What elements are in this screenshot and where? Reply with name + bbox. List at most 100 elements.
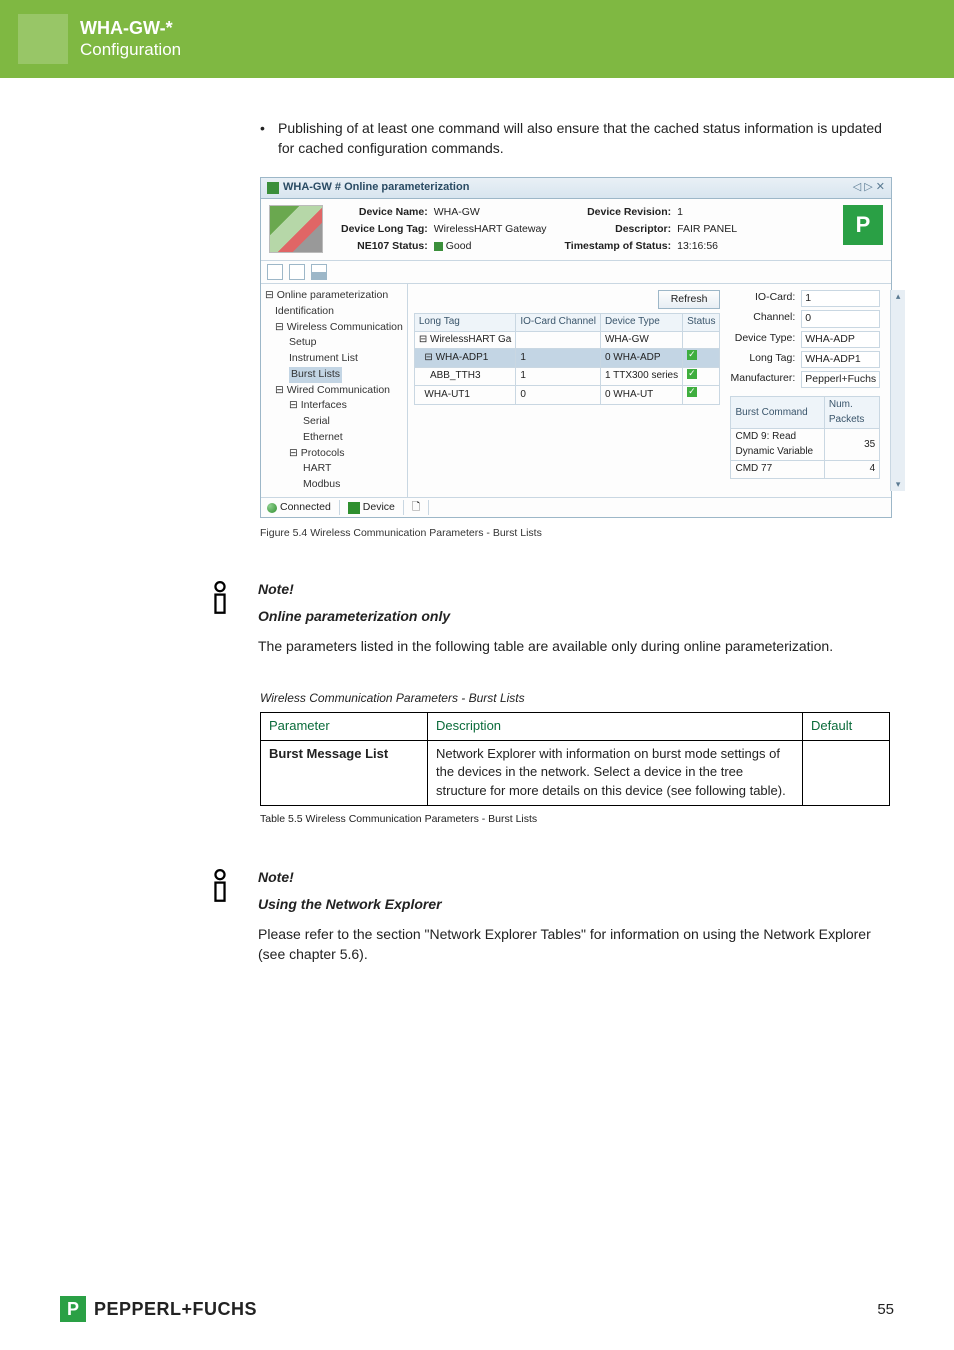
toolbar [261, 261, 891, 284]
tree-instrument-list[interactable]: Instrument List [265, 351, 403, 367]
window-tab-bar: WHA-GW # Online parameterization ◁ ▷ ✕ [261, 178, 891, 199]
tree-wireless[interactable]: ⊟ Wireless Communication [265, 320, 403, 336]
cell: CMD 9: Read Dynamic Variable [731, 429, 824, 461]
header-bar: WHA-GW-* Configuration [0, 0, 954, 78]
scroll-down-icon[interactable]: ▾ [896, 478, 901, 491]
cell: ABB_TTH3 [430, 370, 481, 381]
parameters-table: Parameter Description Default Burst Mess… [260, 712, 890, 806]
tree-interfaces[interactable]: ⊟ Interfaces [265, 398, 403, 414]
note-subheading: Using the Network Explorer [258, 894, 894, 914]
tree-hart[interactable]: HART [265, 461, 403, 477]
burst-col-command[interactable]: Burst Command [731, 397, 824, 429]
device-thumbnail-icon [269, 205, 323, 253]
refresh-button[interactable]: Refresh [658, 290, 721, 309]
channel-value: 0 [801, 310, 880, 327]
tree-wired[interactable]: ⊟ Wired Communication [265, 383, 403, 399]
toolbar-icon-2[interactable] [289, 264, 305, 280]
col-device-type[interactable]: Device Type [600, 314, 682, 332]
cell: CMD 77 [731, 461, 824, 479]
check-icon [687, 369, 697, 379]
cell: 0 WHA-ADP [600, 349, 682, 368]
grid-row-selected[interactable]: ⊟ WHA-ADP1 1 0 WHA-ADP [414, 349, 720, 368]
cell: 1 [516, 367, 601, 386]
col-status[interactable]: Status [683, 314, 720, 332]
cell: 1 TTX300 series [600, 367, 682, 386]
print-icon[interactable] [311, 264, 327, 280]
note-body: The parameters listed in the following t… [258, 636, 833, 656]
default-cell [803, 740, 890, 806]
connected-label: Connected [280, 500, 331, 515]
burst-row[interactable]: CMD 9: Read Dynamic Variable 35 [731, 429, 880, 461]
tree-root-label: Online parameterization [277, 289, 388, 301]
cell: 4 [824, 461, 879, 479]
param-cell: Burst Message List [261, 740, 428, 806]
pf-logo-icon: P [843, 205, 883, 245]
tree-modbus[interactable]: Modbus [265, 477, 403, 493]
doc-id: WHA-GW-* [80, 18, 181, 40]
col-default: Default [803, 712, 890, 740]
tree-identification[interactable]: Identification [265, 304, 403, 320]
device-revision-value: 1 [677, 205, 737, 220]
tree-serial[interactable]: Serial [265, 414, 403, 430]
cell [516, 331, 601, 349]
check-icon [687, 350, 697, 360]
burst-row[interactable]: CMD 77 4 [731, 461, 880, 479]
scroll-up-icon[interactable]: ▴ [896, 290, 901, 303]
cell [683, 386, 720, 405]
device-grid[interactable]: Long Tag IO-Card Channel Device Type Sta… [414, 313, 721, 405]
tree-burst-lists[interactable]: Burst Lists [265, 367, 403, 383]
manufacturer-value: Pepperl+Fuchs [801, 371, 880, 388]
device-long-tag-label: Device Long Tag: [341, 222, 428, 237]
tree-interfaces-label: Interfaces [301, 399, 347, 411]
desc-cell: Network Explorer with information on bur… [428, 740, 803, 806]
cell [683, 367, 720, 386]
check-icon [687, 387, 697, 397]
tree-protocols[interactable]: ⊟ Protocols [265, 446, 403, 462]
bullet-item: • Publishing of at least one command wil… [260, 118, 894, 159]
ne107-value: Good [434, 239, 547, 254]
device-details: IO-Card: 1 Channel: 0 Device Type: WHA-A… [730, 290, 880, 388]
burst-command-table[interactable]: Burst Command Num. Packets CMD 9: Read D… [730, 396, 880, 479]
info-icon [200, 867, 240, 978]
device-name-label: Device Name: [341, 205, 428, 220]
toolbar-icon-1[interactable] [267, 264, 283, 280]
info-icon [200, 579, 240, 670]
col-long-tag[interactable]: Long Tag [414, 314, 516, 332]
tree-ethernet[interactable]: Ethernet [265, 430, 403, 446]
device-status-label: Device [363, 500, 395, 515]
ne107-label: NE107 Status: [341, 239, 428, 254]
bullet-text: Publishing of at least one command will … [278, 118, 894, 159]
device-status-icon [348, 502, 360, 514]
tree-setup[interactable]: Setup [265, 335, 403, 351]
grid-row[interactable]: WHA-UT1 0 0 WHA-UT [414, 386, 720, 405]
footer-brand: PEPPERL+FUCHS [94, 1299, 257, 1320]
bullet-dot: • [260, 118, 278, 159]
app-screenshot: WHA-GW # Online parameterization ◁ ▷ ✕ D… [260, 177, 892, 519]
longtag-value: WHA-ADP1 [801, 351, 880, 368]
burst-col-packets[interactable]: Num. Packets [824, 397, 879, 429]
col-io-card[interactable]: IO-Card Channel [516, 314, 601, 332]
cell [683, 349, 720, 368]
cell: WHA-ADP1 [436, 352, 489, 363]
status-bar: Connected Device 🗋 [261, 497, 891, 517]
window-title: WHA-GW # Online parameterization [283, 180, 469, 196]
nav-tree[interactable]: ⊟ Online parameterization Identification… [261, 284, 408, 497]
iocard-label: IO-Card: [730, 290, 795, 307]
window-controls[interactable]: ◁ ▷ ✕ [853, 180, 885, 196]
col-parameter: Parameter [261, 712, 428, 740]
status-extra-icon: 🗋 [412, 500, 420, 515]
connected-icon [267, 503, 277, 513]
table-title: Wireless Communication Parameters - Burs… [260, 690, 894, 707]
manufacturer-label: Manufacturer: [730, 371, 795, 388]
tree-root[interactable]: ⊟ Online parameterization [265, 288, 403, 304]
cell: 0 [516, 386, 601, 405]
table-caption: Table 5.5 Wireless Communication Paramet… [260, 812, 894, 827]
grid-row[interactable]: ⊟ WirelessHART Ga WHA-GW [414, 331, 720, 349]
cell [683, 331, 720, 349]
scrollbar[interactable]: ▴ ▾ [890, 290, 905, 491]
table-row: Burst Message List Network Explorer with… [261, 740, 890, 806]
cell: WHA-GW [600, 331, 682, 349]
grid-row[interactable]: ABB_TTH3 1 1 TTX300 series [414, 367, 720, 386]
device-long-tag-value: WirelessHART Gateway [434, 222, 547, 237]
grid-header-row: Long Tag IO-Card Channel Device Type Sta… [414, 314, 720, 332]
